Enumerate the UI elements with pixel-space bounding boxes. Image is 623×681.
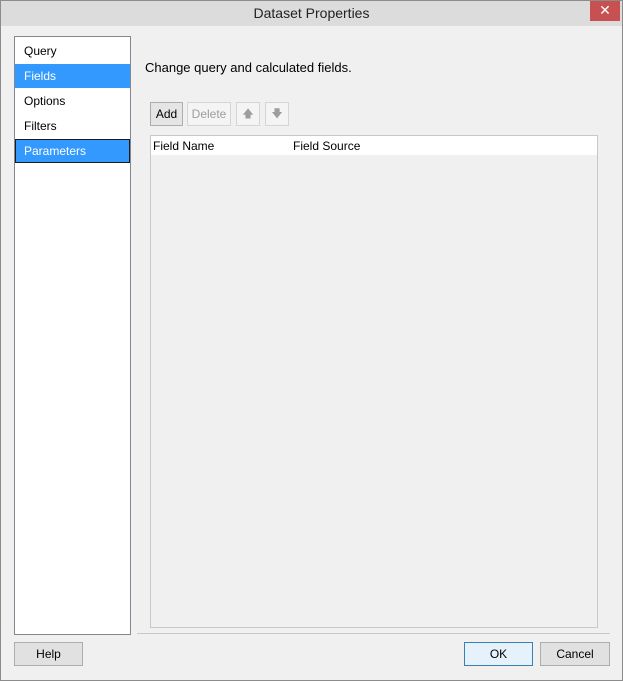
sidebar-item-filters[interactable]: Filters bbox=[15, 114, 130, 138]
sidebar-item-options[interactable]: Options bbox=[15, 89, 130, 113]
dialog-title: Dataset Properties bbox=[253, 5, 370, 21]
close-button[interactable]: ✕ bbox=[590, 1, 620, 21]
close-icon: ✕ bbox=[599, 2, 611, 18]
sidebar-item-query[interactable]: Query bbox=[15, 39, 130, 63]
delete-button[interactable]: Delete bbox=[187, 102, 231, 126]
dataset-properties-dialog: Dataset Properties ✕ Query Fields Option… bbox=[0, 0, 623, 681]
cancel-button[interactable]: Cancel bbox=[540, 642, 610, 666]
grid-header: Field Name Field Source bbox=[151, 136, 597, 155]
sidebar-item-parameters[interactable]: Parameters bbox=[15, 139, 130, 163]
fields-grid[interactable]: Field Name Field Source bbox=[150, 135, 598, 628]
add-button[interactable]: Add bbox=[150, 102, 183, 126]
page-title: Change query and calculated fields. bbox=[145, 60, 352, 75]
arrow-up-icon: 🡅 bbox=[242, 108, 254, 120]
column-header-field-name[interactable]: Field Name bbox=[153, 139, 214, 153]
sidebar-item-fields[interactable]: Fields bbox=[15, 64, 130, 88]
arrow-down-icon: 🡇 bbox=[271, 108, 283, 120]
move-up-button[interactable]: 🡅 bbox=[236, 102, 260, 126]
column-header-field-source[interactable]: Field Source bbox=[293, 139, 360, 153]
footer-divider bbox=[137, 633, 610, 634]
sidebar-nav: Query Fields Options Filters Parameters bbox=[14, 36, 131, 635]
move-down-button[interactable]: 🡇 bbox=[265, 102, 289, 126]
title-bar: Dataset Properties ✕ bbox=[1, 1, 622, 26]
help-button[interactable]: Help bbox=[14, 642, 83, 666]
ok-button[interactable]: OK bbox=[464, 642, 533, 666]
